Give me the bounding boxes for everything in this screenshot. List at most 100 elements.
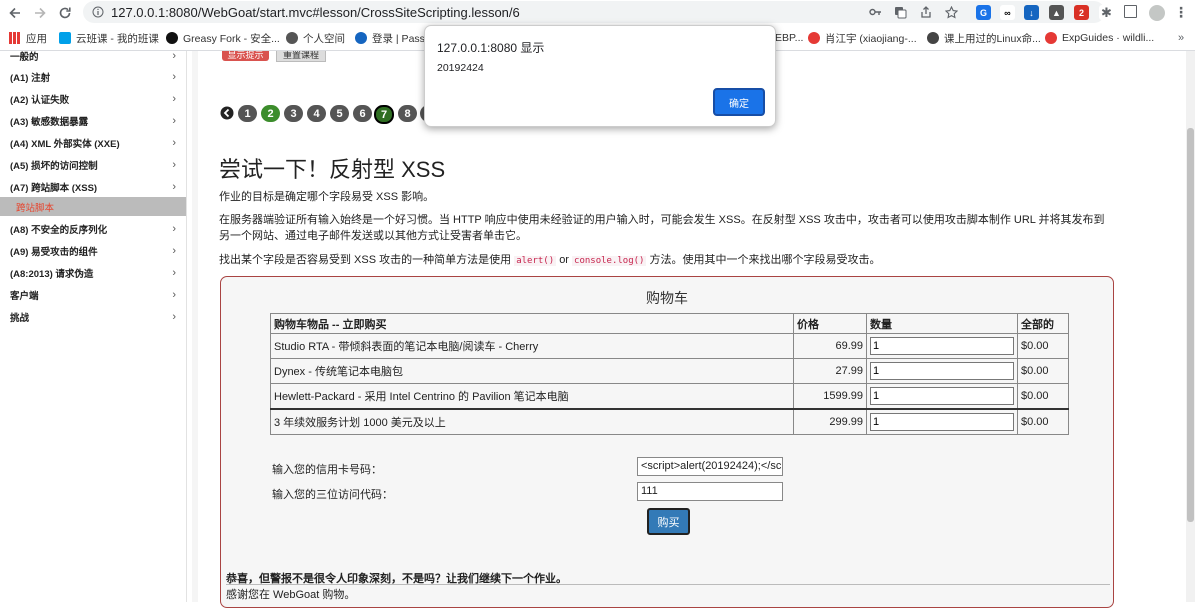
sidebar-item-label: 一般的 [10,52,39,63]
download-extension-icon[interactable]: ↓ [1024,5,1039,20]
sidebar-subitem-xss-active[interactable]: 跨站脚本 [0,197,186,216]
credit-card-input[interactable]: <script>alert(20192424);</sc [637,457,783,476]
back-icon[interactable] [5,3,25,23]
bookmark-apps[interactable]: 应用 [9,30,47,46]
sidebar-item-access-control[interactable]: (A5) 损坏的访问控制 › [10,157,176,173]
sidepanel-icon[interactable] [1124,5,1137,18]
chevron-right-icon: › [172,223,176,235]
chevron-right-icon: › [172,267,176,279]
sidebar-subitem-label: 跨站脚本 [16,203,55,214]
sidebar-item-sensitive-data[interactable]: (A3) 敏感数据暴露 › [10,113,176,129]
page-button-1[interactable]: 1 [238,105,257,122]
item-total: $0.00 [1017,333,1069,359]
page-button-7-current[interactable]: 7 [374,105,394,124]
paragraph-text: 找出某个字段是否容易受到 XSS 攻击的一种简单方法是使用 [219,254,512,266]
divider [226,584,1110,585]
sidebar-item-label: (A2) 认证失败 [10,95,70,106]
bookmark-item[interactable]: ExpGuides · wildli... [1045,30,1154,46]
sidebar-item-auth[interactable]: (A2) 认证失败 › [10,91,176,107]
bookmark-item[interactable]: Greasy Fork - 安全... [166,30,280,46]
cart-table: 购物车物品 -- 立即购买 价格 数量 全部的 Studio RTA - 带倾斜… [270,313,1069,435]
sidebar-item-vulnerable-components[interactable]: (A9) 易受攻击的组件 › [10,243,176,259]
lesson-sidebar: 一般的 › (A1) 注射 › (A2) 认证失败 › (A3) 敏感数据暴露 › (A… [0,48,187,602]
translate-icon[interactable] [893,5,907,19]
star-icon[interactable] [944,5,958,19]
forward-icon[interactable] [30,3,50,23]
item-total: $0.00 [1017,408,1069,435]
column-header: 全部的 [1017,313,1069,334]
column-header: 数量 [866,313,1018,334]
reset-lesson-button[interactable]: 重置课程 [276,51,326,62]
reload-icon[interactable] [55,3,75,23]
page-button-5[interactable]: 5 [330,105,349,122]
page-button-3[interactable]: 3 [284,105,303,122]
chevron-right-icon: › [172,137,176,149]
sidebar-item-label: (A8) 不安全的反序列化 [10,225,108,236]
info-icon[interactable] [91,5,105,19]
dialog-ok-button[interactable]: 确定 [713,88,765,116]
sidebar-item-injection[interactable]: (A1) 注射 › [10,69,176,85]
translate-extension-icon[interactable]: G [976,5,991,20]
greasy-fork-icon [166,32,178,44]
sidebar-item-challenges[interactable]: 挑战 › [10,309,176,325]
previous-page-icon[interactable] [220,106,234,120]
sidebar-item-label: 客户端 [10,291,39,302]
qty-cell [866,358,1018,384]
access-code-label: 输入您的三位访问代码： [272,489,393,501]
bookmark-label: 云班课 - 我的班课 [76,32,159,45]
globe-icon [286,32,298,44]
item-price: 69.99 [793,333,867,359]
menu-icon[interactable]: ⋮ [1174,4,1188,20]
feedback-output: 感谢您在 WebGoat 购物。 [226,589,356,601]
sidebar-item-csrf[interactable]: (A8:2013) 请求伪造 › [10,265,176,281]
profile-avatar-icon[interactable] [1149,5,1165,21]
bookmark-item[interactable]: 肖江宇 (xiaojiang-... [808,30,917,46]
bookmark-item[interactable]: 登录 | Passp [355,30,431,46]
bookmark-label: ExpGuides · wildli... [1062,32,1155,44]
monkey-extension-icon[interactable]: ▲ [1049,5,1064,20]
show-hints-button[interactable]: 显示提示 [222,51,269,61]
bookmark-item[interactable]: 课上用过的Linux命... [927,30,1041,46]
puzzle-icon[interactable]: ✱ [1099,5,1114,20]
page-button-4[interactable]: 4 [307,105,326,122]
dialog-message: 20192424 [437,62,484,74]
badge-extension-icon[interactable]: 2 [1074,5,1089,20]
bookmark-label: EBP... [775,32,804,44]
share-icon[interactable] [919,5,933,19]
scrollbar-thumb[interactable] [1187,128,1194,522]
paragraph-text: or [559,254,569,266]
access-code-input[interactable]: 111 [637,482,783,501]
quantity-input[interactable] [870,413,1014,431]
purchase-button[interactable]: 购买 [647,508,690,535]
sidebar-item-label: (A3) 敏感数据暴露 [10,117,89,128]
bookmark-label: 个人空间 [303,32,345,45]
column-header: 价格 [793,313,867,334]
sidebar-item-client-side[interactable]: 客户端 › [10,287,176,303]
bookmark-label: 应用 [26,32,47,45]
bookmark-item[interactable]: 个人空间 [286,30,345,46]
sidebar-item-label: (A9) 易受攻击的组件 [10,247,98,258]
key-icon[interactable] [868,5,882,19]
gitee-icon [808,32,820,44]
quantity-input[interactable] [870,337,1014,355]
quantity-input[interactable] [870,362,1014,380]
more-bookmarks-icon[interactable]: » [1178,30,1184,46]
bookmark-item[interactable]: EBP... [775,30,803,46]
quantity-input[interactable] [870,387,1014,405]
page-button-2[interactable]: 2 [261,105,280,122]
sidebar-item-deserialization[interactable]: (A8) 不安全的反序列化 › [10,221,176,237]
chevron-right-icon: › [172,159,176,171]
sidebar-item-xxe[interactable]: (A4) XML 外部实体 (XXE) › [10,135,176,151]
infinity-extension-icon[interactable]: ∞ [1000,5,1015,20]
address-bar[interactable]: 127.0.0.1:8080/WebGoat/start.mvc#lesson/… [83,1,1105,23]
page-button-6[interactable]: 6 [353,105,372,122]
bookmark-item[interactable]: 云班课 - 我的班课 [59,30,159,46]
shopping-cart-panel: 购物车 购物车物品 -- 立即购买 价格 数量 全部的 Studio RTA -… [220,276,1114,608]
paragraph-text: 方法。使用其中一个来找出哪个字段易受攻击。 [649,254,881,266]
sidebar-item-xss[interactable]: (A7) 跨站脚本 (XSS) › [10,179,176,195]
sidebar-item-label: (A5) 损坏的访问控制 [10,161,98,172]
sidebar-item-general[interactable]: 一般的 › [10,48,176,64]
url-text[interactable]: 127.0.0.1:8080/WebGoat/start.mvc#lesson/… [111,5,520,20]
qty-cell [866,383,1018,410]
page-button-8[interactable]: 8 [398,105,417,122]
